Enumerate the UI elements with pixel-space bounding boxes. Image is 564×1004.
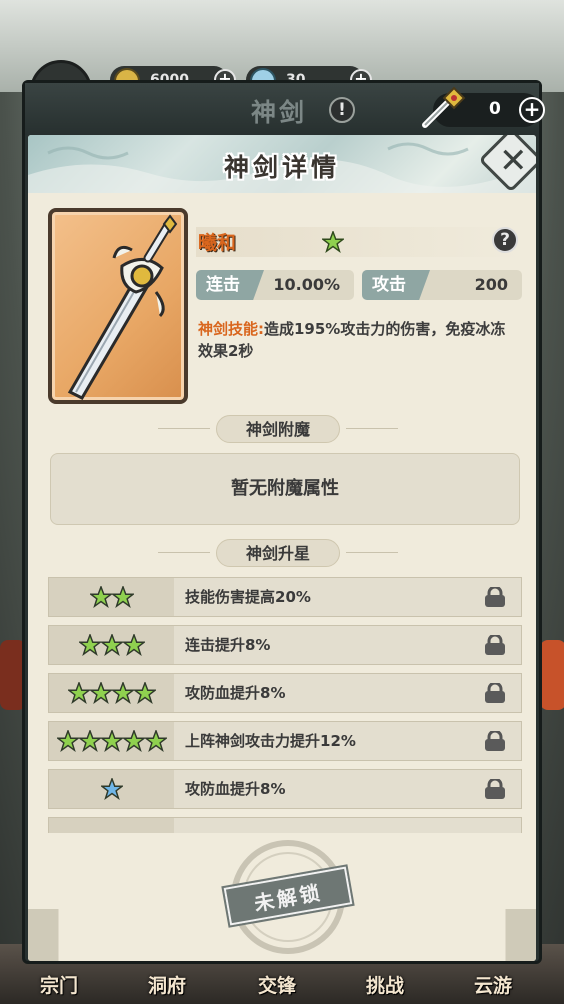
- divider: [158, 552, 210, 553]
- nav-duel[interactable]: 交锋: [258, 971, 296, 998]
- row-text: 攻防血提升8%: [185, 684, 286, 702]
- row-text: 技能伤害提高20%: [185, 588, 311, 606]
- stat-attack: 攻击 200: [362, 270, 522, 300]
- star-icon: [100, 778, 123, 800]
- sword-help-button[interactable]: ?: [492, 227, 518, 253]
- lock-icon: [485, 635, 505, 655]
- star-icon: [111, 682, 134, 704]
- row-stars: [49, 722, 174, 760]
- side-decoration-right: [540, 640, 564, 710]
- row-stars: [49, 626, 174, 664]
- stat-attack-label: 攻击: [362, 270, 430, 300]
- star-icon: [144, 730, 167, 752]
- stat-attack-value: 200: [474, 275, 508, 294]
- dialog-header: 神剑详情: [28, 135, 536, 193]
- sword-card: [48, 208, 188, 404]
- star-icon: [122, 730, 145, 752]
- star-icon: [78, 634, 101, 656]
- stat-combo: 连击 10.00%: [196, 270, 354, 300]
- starup-row: 连击提升8%: [48, 625, 522, 665]
- star-icon: [89, 682, 112, 704]
- star-icon: [89, 586, 112, 608]
- starup-row: 攻防血提升8%: [48, 769, 522, 809]
- row-stars: [49, 818, 174, 833]
- row-text: 连击提升8%: [185, 636, 271, 654]
- nav-sect[interactable]: 宗门: [40, 971, 78, 998]
- stat-combo-value: 10.00%: [273, 275, 340, 294]
- starup-row: 攻防血提升8%: [48, 673, 522, 713]
- star-icon: [111, 586, 134, 608]
- panel-title: 神剑: [251, 98, 308, 127]
- star-icon: [322, 231, 344, 253]
- enchant-section-header: 神剑附魔: [28, 415, 536, 443]
- star-icon: [133, 682, 156, 704]
- divider: [346, 428, 398, 429]
- close-icon[interactable]: ✕: [499, 141, 528, 181]
- lock-icon: [485, 731, 505, 751]
- divider: [346, 552, 398, 553]
- panel-titlebar: 神剑 ! 0 +: [25, 83, 545, 135]
- row-stars: [49, 578, 174, 616]
- lock-icon: [485, 779, 505, 799]
- enchant-section-title: 神剑附魔: [216, 415, 340, 443]
- star-icon: [122, 634, 145, 656]
- sword-image: [67, 214, 178, 400]
- sword-count-value: 0: [489, 99, 501, 119]
- divider: [158, 428, 210, 429]
- nav-cave[interactable]: 洞府: [148, 971, 186, 998]
- starup-row: 上阵神剑攻击力提升12%: [48, 721, 522, 761]
- row-stars: [49, 770, 174, 808]
- lock-icon: [485, 587, 505, 607]
- starup-list: 技能伤害提高20% 连击提升8% 攻防血提升8% 上阵神剑攻击力提升12% 攻防: [48, 577, 522, 833]
- star-icon: [67, 682, 90, 704]
- divine-sword-panel: 神剑 ! 0 + 神剑详情 ✕ 曦和 ? 连击 10.00% 攻击 200 神剑…: [22, 80, 545, 964]
- nav-challenge[interactable]: 挑战: [366, 971, 404, 998]
- sword-token-icon: [422, 86, 466, 128]
- nav-travel[interactable]: 云游: [474, 971, 512, 998]
- row-text: 攻防血提升8%: [185, 780, 286, 798]
- starup-section-header: 神剑升星: [28, 539, 536, 567]
- panel-help-button[interactable]: !: [329, 97, 355, 123]
- lock-icon: [485, 683, 505, 703]
- starup-row: 技能伤害提高20%: [48, 577, 522, 617]
- star-icon: [100, 730, 123, 752]
- sword-skill-description: 神剑技能:造成195%攻击力的伤害，免疫冰冻效果2秒: [198, 318, 518, 362]
- star-icon: [78, 730, 101, 752]
- sword-currency: 0 +: [422, 86, 545, 128]
- skill-label: 神剑技能:: [198, 320, 264, 338]
- sword-detail-dialog: 神剑详情 ✕ 曦和 ? 连击 10.00% 攻击 200 神剑技能:造成195%…: [28, 135, 536, 961]
- starup-row: [48, 817, 522, 833]
- row-stars: [49, 674, 174, 712]
- sword-name: 曦和: [198, 232, 237, 254]
- stat-combo-label: 连击: [196, 270, 264, 300]
- sword-name-bar: [196, 227, 522, 257]
- dialog-title: 神剑详情: [223, 153, 340, 182]
- enchant-empty-box: 暂无附魔属性: [50, 453, 520, 525]
- star-icon: [56, 730, 79, 752]
- bottom-ornament: [28, 909, 536, 961]
- add-sword-button[interactable]: +: [519, 97, 545, 123]
- row-text: 上阵神剑攻击力提升12%: [185, 732, 356, 750]
- star-icon: [100, 634, 123, 656]
- starup-section-title: 神剑升星: [216, 539, 340, 567]
